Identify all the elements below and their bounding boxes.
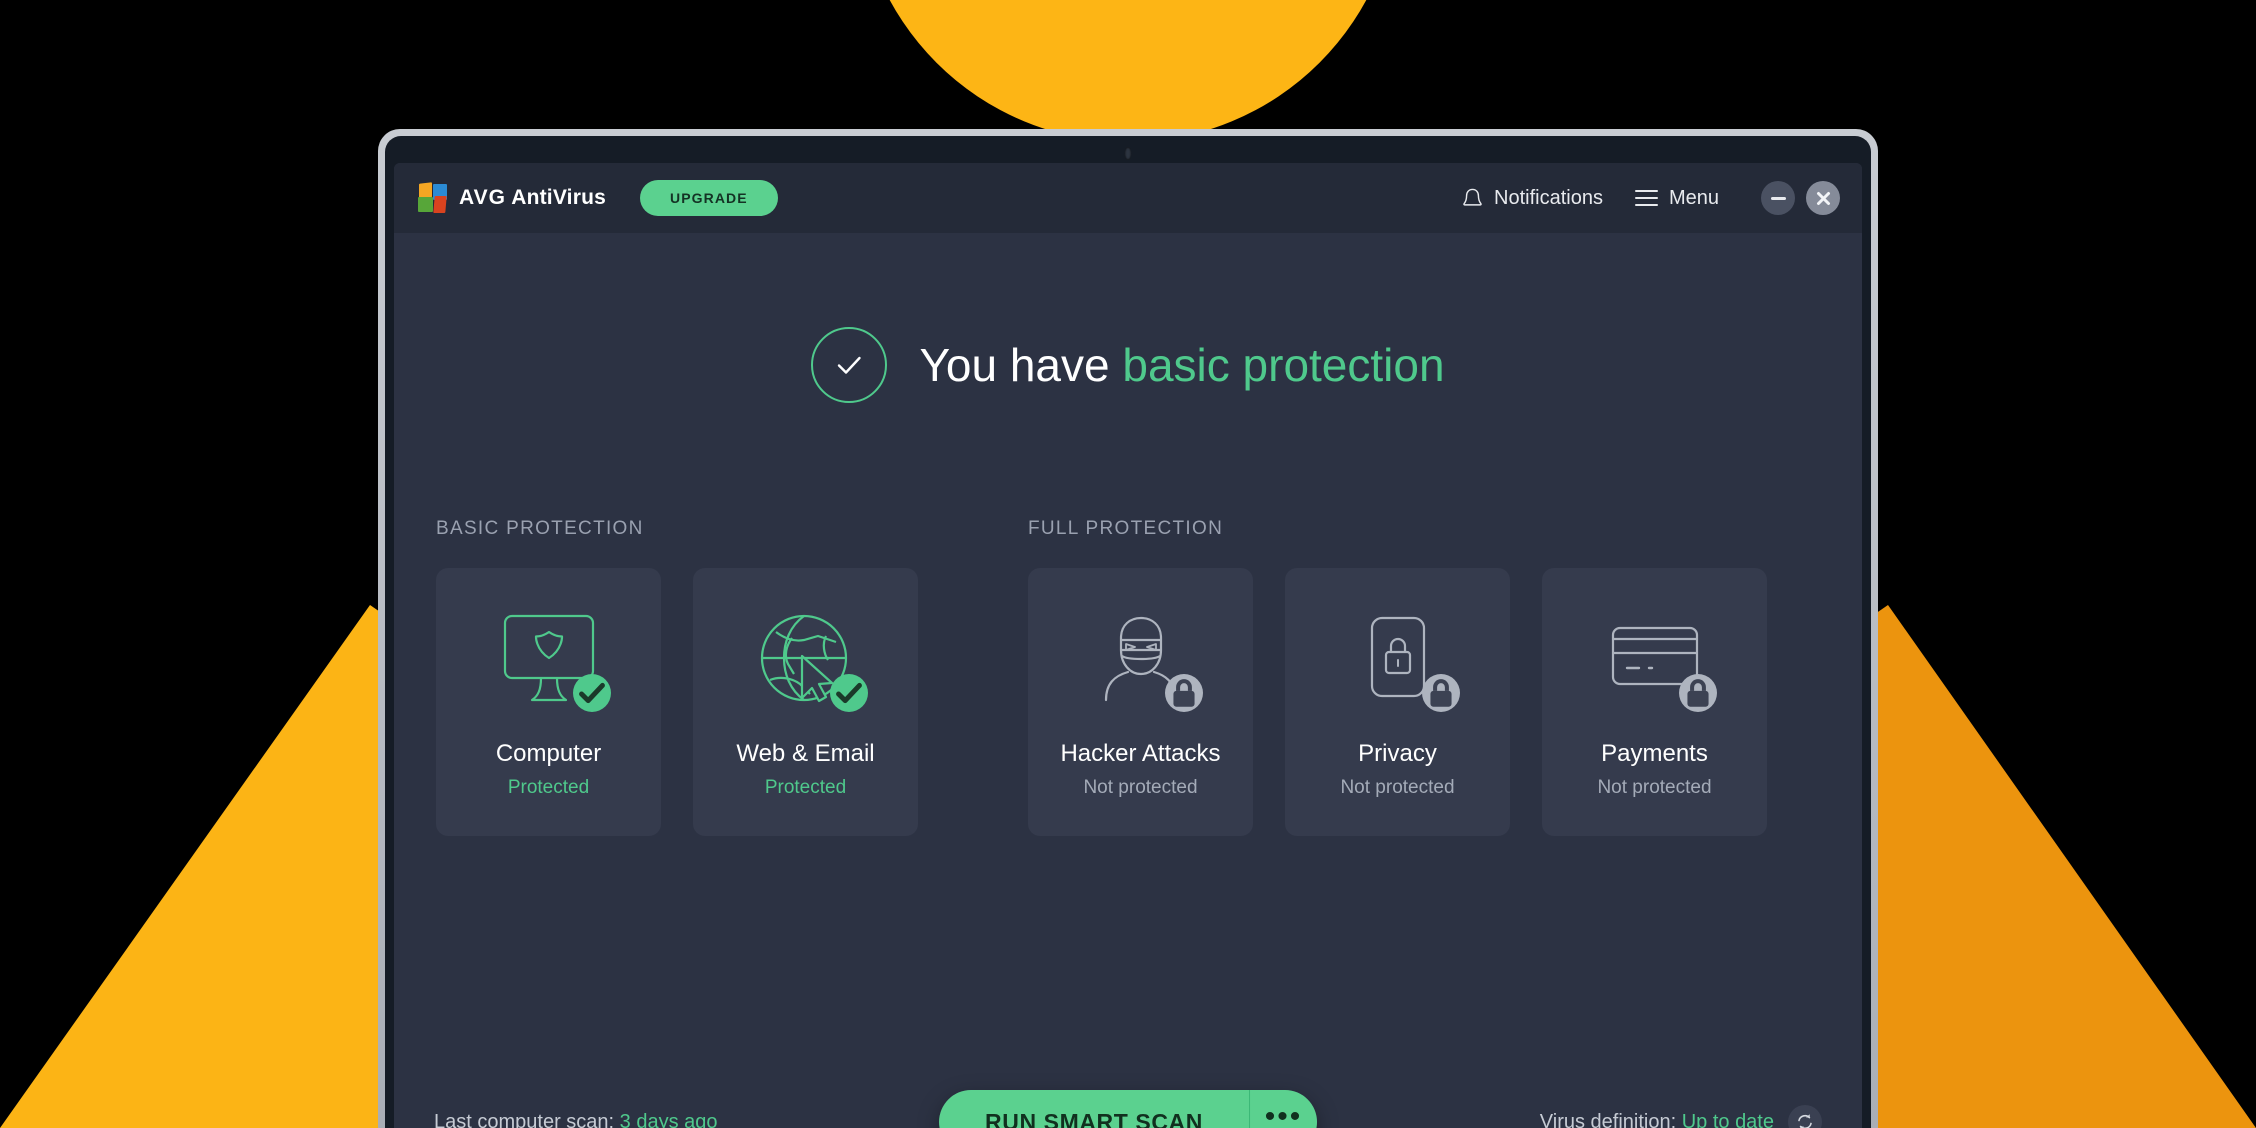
globe-cursor-icon bbox=[746, 606, 868, 718]
webcam-icon bbox=[1124, 147, 1132, 160]
virus-definition-label: Virus definition: bbox=[1539, 1110, 1682, 1128]
hamburger-icon bbox=[1634, 190, 1658, 206]
tiles-full: Hacker Attacks Not protected Privacy Not… bbox=[1028, 568, 1767, 836]
check-badge-icon bbox=[572, 674, 611, 712]
status-highlight: basic protection bbox=[1122, 339, 1445, 391]
scan-options-button[interactable]: ••• bbox=[1248, 1090, 1317, 1128]
screenshot-stage: AVG AntiVirus UPGRADE Notifications Menu… bbox=[0, 0, 2256, 1128]
credit-card-icon bbox=[1595, 606, 1717, 718]
tile-title: Web & Email bbox=[736, 740, 875, 767]
upgrade-button[interactable]: UPGRADE bbox=[639, 180, 778, 216]
status-headline: You have basic protection bbox=[919, 338, 1444, 392]
bell-icon bbox=[1463, 188, 1482, 206]
section-full-protection: FULL PROTECTION Hacker Attacks Not prote… bbox=[1028, 518, 1767, 836]
notifications-label: Notifications bbox=[1494, 186, 1603, 209]
protection-sections: BASIC PROTECTION Computer Protected Web … bbox=[434, 518, 1822, 836]
tile-status: Not protected bbox=[1083, 777, 1198, 798]
bottom-bar: Last computer scan: 3 days ago RUN SMART… bbox=[434, 1022, 1822, 1128]
tile-title: Privacy bbox=[1358, 740, 1437, 767]
run-smart-scan-group[interactable]: RUN SMART SCAN ••• bbox=[939, 1090, 1317, 1128]
app-window: AVG AntiVirus UPGRADE Notifications Menu… bbox=[394, 163, 1862, 1128]
section-basic-protection: BASIC PROTECTION Computer Protected Web … bbox=[436, 518, 918, 836]
laptop-frame: AVG AntiVirus UPGRADE Notifications Menu… bbox=[378, 129, 1878, 1128]
tile-hacker-attacks[interactable]: Hacker Attacks Not protected bbox=[1028, 568, 1253, 836]
tile-status: Not protected bbox=[1340, 777, 1455, 798]
tiles-basic: Computer Protected Web & Email Protected bbox=[436, 568, 918, 836]
protection-status-banner: You have basic protection bbox=[434, 327, 1822, 403]
avg-logo-icon bbox=[418, 182, 448, 213]
last-scan-info: Last computer scan: 3 days ago bbox=[434, 1111, 718, 1128]
masked-hacker-icon bbox=[1081, 606, 1203, 718]
lock-badge-icon bbox=[1164, 674, 1203, 712]
laptop-bezel: AVG AntiVirus UPGRADE Notifications Menu… bbox=[385, 136, 1871, 1128]
tile-status: Not protected bbox=[1597, 777, 1712, 798]
tile-status: Protected bbox=[507, 777, 590, 798]
monitor-shield-icon bbox=[489, 606, 611, 718]
brand-title: AVG AntiVirus bbox=[459, 186, 606, 210]
menu-button[interactable]: Menu bbox=[1619, 187, 1735, 210]
tile-privacy[interactable]: Privacy Not protected bbox=[1285, 568, 1510, 836]
tile-title: Computer bbox=[495, 740, 602, 767]
check-circle-icon bbox=[811, 327, 888, 403]
app-titlebar: AVG AntiVirus UPGRADE Notifications Menu bbox=[394, 163, 1862, 233]
lock-badge-icon bbox=[1421, 674, 1460, 712]
section-label-full: FULL PROTECTION bbox=[1028, 518, 1224, 539]
virus-definition-value: Up to date bbox=[1681, 1110, 1774, 1128]
lock-badge-icon bbox=[1678, 674, 1717, 712]
titlebar-actions: Notifications Menu bbox=[1446, 181, 1840, 215]
tile-title: Hacker Attacks bbox=[1060, 740, 1221, 767]
window-controls bbox=[1761, 181, 1840, 215]
refresh-icon[interactable] bbox=[1788, 1105, 1822, 1128]
app-content: You have basic protection BASIC PROTECTI… bbox=[394, 327, 1862, 1128]
brand-area: AVG AntiVirus bbox=[418, 182, 606, 213]
run-smart-scan-button[interactable]: RUN SMART SCAN bbox=[939, 1090, 1249, 1128]
virus-definition-text: Virus definition: Up to date bbox=[1540, 1111, 1774, 1128]
file-lock-icon bbox=[1338, 606, 1460, 718]
virus-definition-info: Virus definition: Up to date bbox=[1540, 1105, 1822, 1128]
status-prefix: You have bbox=[919, 339, 1123, 391]
background-circle bbox=[857, 0, 1399, 142]
last-scan-label: Last computer scan: bbox=[434, 1110, 620, 1128]
brand-avg: AVG bbox=[459, 186, 506, 209]
notifications-button[interactable]: Notifications bbox=[1446, 187, 1619, 210]
tile-web-email[interactable]: Web & Email Protected bbox=[693, 568, 918, 836]
brand-product: AntiVirus bbox=[511, 186, 606, 209]
tile-computer[interactable]: Computer Protected bbox=[436, 568, 661, 836]
last-scan-value: 3 days ago bbox=[619, 1110, 718, 1128]
minimize-icon[interactable] bbox=[1761, 181, 1795, 215]
close-icon[interactable] bbox=[1806, 181, 1840, 215]
tile-status: Protected bbox=[764, 777, 847, 798]
check-badge-icon bbox=[829, 674, 868, 712]
tile-title: Payments bbox=[1601, 740, 1708, 767]
tile-payments[interactable]: Payments Not protected bbox=[1542, 568, 1767, 836]
menu-label: Menu bbox=[1668, 186, 1719, 209]
section-label-basic: BASIC PROTECTION bbox=[436, 518, 644, 539]
